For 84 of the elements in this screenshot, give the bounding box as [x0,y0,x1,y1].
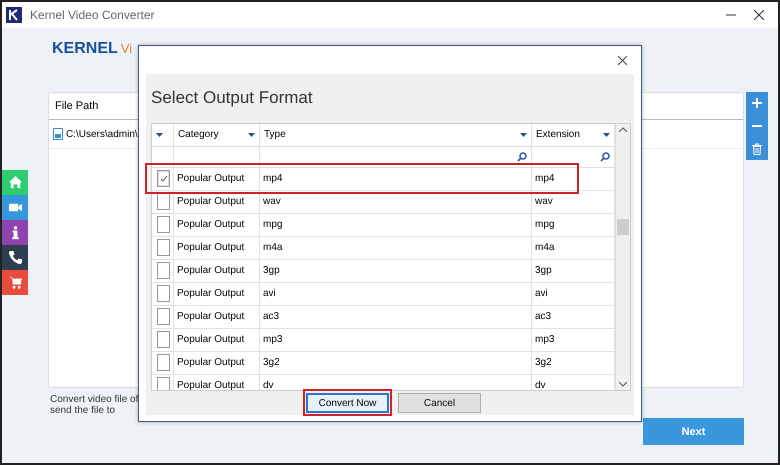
table-cell: avi [535,288,548,300]
close-icon[interactable] [754,10,764,20]
checkbox[interactable] [157,308,170,326]
table-row[interactable]: Popular Output ac3 ac3 [152,306,615,329]
table-cell: mp3 [535,334,554,346]
search-icon[interactable] [600,152,610,162]
file-icon [53,128,63,140]
column-header[interactable]: Extension [536,129,580,140]
table-row[interactable]: Popular Output m4a m4a [152,236,615,260]
checkbox[interactable] [157,354,170,372]
checkbox[interactable] [157,285,170,302]
table-cell: wav [263,196,281,208]
table-row[interactable]: Popular Output 3g2 3g2 [152,352,615,375]
nav-button[interactable] [2,220,28,245]
table-cell: Popular Output [177,242,244,254]
search-icon[interactable] [517,152,527,162]
table-cell: Popular Output [177,265,244,276]
table-cell: mpg [263,219,282,230]
checkbox[interactable] [157,377,170,390]
table-row[interactable]: Popular Output 3gp 3gp [152,260,615,283]
convert-button[interactable]: Convert Now [306,393,389,413]
column-header[interactable]: Type [264,129,286,140]
dropdown-icon[interactable] [603,132,610,137]
table-row[interactable]: Popular Output mp3 mp3 [152,328,615,352]
checkbox[interactable] [157,193,170,210]
table-cell: 3gp [263,265,280,276]
scroll-up-icon[interactable] [619,127,627,132]
table-cell: wav [535,196,553,208]
table-cell: m4a [535,242,554,254]
info-text: Convert video file of [50,394,138,405]
table-cell: Popular Output [177,357,244,368]
scroll-down-icon[interactable] [619,382,627,387]
table-cell: mpg [535,219,554,230]
phone-icon [8,250,22,265]
table-cell: avi [263,288,276,300]
checkbox[interactable] [157,239,170,256]
cart-icon [8,275,22,290]
table-cell: 3g2 [263,357,280,368]
column-header: File Path [55,100,98,112]
checkbox[interactable] [157,262,170,280]
dropdown-icon[interactable] [520,132,527,137]
column-header[interactable]: Category [178,129,219,140]
table-row[interactable]: Popular Output avi avi [152,282,615,306]
table-row[interactable]: Popular Output wav wav [152,190,615,214]
table-cell: Popular Output [177,219,244,230]
table-cell: ac3 [263,311,280,322]
add-icon[interactable] [751,97,763,110]
table-cell: mp3 [263,334,282,346]
home-icon [8,175,22,190]
table-cell: ac3 [535,311,552,322]
file-path: C:\Users\admin\ [66,128,138,140]
table-cell: Popular Output [177,288,244,300]
product-name: Vi [120,41,132,56]
table-row[interactable]: Popular Output mpg mpg [152,214,615,237]
table-cell: mp4 [535,173,554,184]
brand-logo: KERNEL [52,40,118,58]
table-cell: 3g2 [535,357,552,368]
table-cell: dv [263,380,274,390]
table-cell: Popular Output [177,311,244,322]
table-cell: mp4 [263,173,282,184]
table-cell: Popular Output [177,380,244,390]
table-cell: m4a [263,242,282,254]
table-row[interactable]: Popular Output mp4 mp4 [152,168,615,191]
checkbox[interactable] [157,331,170,348]
trash-icon[interactable] [751,142,763,155]
cancel-button[interactable]: Cancel [398,393,481,413]
table-cell: dv [535,380,546,390]
dropdown-icon[interactable] [156,132,163,137]
checkmark-icon [160,174,168,183]
dialog-title: Select Output Format [151,88,313,108]
dropdown-icon[interactable] [248,132,255,137]
scrollbar-thumb[interactable] [617,219,629,235]
window-title: Kernel Video Converter [30,8,156,22]
table-cell: Popular Output [177,173,244,184]
table-cell: Popular Output [177,334,244,346]
checkbox[interactable] [157,170,170,188]
close-icon[interactable] [618,56,627,65]
table-cell: Popular Output [177,196,244,208]
app-logo-icon [6,7,22,23]
scrollbar[interactable] [615,124,630,390]
checkbox[interactable] [157,216,170,234]
table-cell: 3gp [535,265,552,276]
nav-button[interactable] [2,245,28,270]
info-text: send the file to [50,405,116,416]
